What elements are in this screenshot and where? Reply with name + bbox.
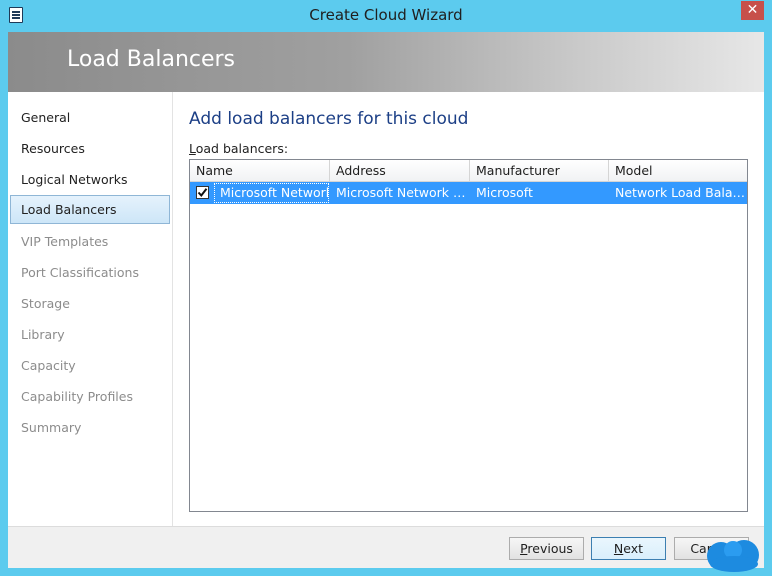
close-icon: ✕ bbox=[746, 2, 759, 18]
sidebar-item-load-balancers[interactable]: Load Balancers bbox=[10, 195, 170, 224]
label-text: oad balancers: bbox=[195, 141, 289, 156]
sidebar-item-port-classifications: Port Classifications bbox=[21, 265, 139, 280]
sidebar-item-library: Library bbox=[21, 327, 65, 342]
wizard-content: General Resources Logical Networks Load … bbox=[8, 92, 764, 526]
cell-address: Microsoft Network Load Balancing bbox=[336, 185, 467, 200]
wizard-window: Create Cloud Wizard ✕ Load Balancers Gen… bbox=[0, 0, 772, 576]
watermark-logo-icon bbox=[707, 540, 759, 572]
next-button[interactable]: Next bbox=[591, 537, 666, 560]
column-header-model[interactable]: Model bbox=[609, 160, 747, 182]
cell-manufacturer: Microsoft bbox=[476, 185, 533, 200]
load-balancers-grid[interactable]: Name Address Manufacturer Model Microsof… bbox=[189, 159, 748, 512]
sidebar-item-capacity: Capacity bbox=[21, 358, 76, 373]
sidebar-item-resources[interactable]: Resources bbox=[10, 134, 170, 163]
next-accelerator: N bbox=[613, 541, 624, 556]
sidebar-item-vip-templates: VIP Templates bbox=[21, 234, 109, 249]
next-label: ext bbox=[623, 541, 644, 556]
load-balancers-label: Load balancers: bbox=[189, 141, 288, 156]
page-banner: Load Balancers bbox=[8, 32, 764, 92]
column-header-manufacturer[interactable]: Manufacturer bbox=[470, 160, 609, 182]
close-button[interactable]: ✕ bbox=[741, 1, 764, 20]
sidebar-item-general[interactable]: General bbox=[10, 103, 170, 132]
table-row[interactable]: Microsoft Network Load Balancing Microso… bbox=[190, 182, 747, 204]
label-accelerator: L bbox=[189, 141, 196, 156]
sidebar-item-logical-networks[interactable]: Logical Networks bbox=[10, 165, 170, 194]
checkmark-icon bbox=[197, 188, 208, 198]
sidebar-item-storage: Storage bbox=[21, 296, 70, 311]
section-heading: Add load balancers for this cloud bbox=[189, 109, 469, 129]
column-header-name[interactable]: Name bbox=[190, 160, 330, 182]
column-header-address[interactable]: Address bbox=[330, 160, 470, 182]
sidebar-item-summary: Summary bbox=[21, 420, 82, 435]
row-checkbox[interactable] bbox=[196, 186, 209, 199]
wizard-steps-sidebar: General Resources Logical Networks Load … bbox=[8, 92, 173, 526]
previous-button[interactable]: Previous bbox=[509, 537, 584, 560]
main-panel: Add load balancers for this cloud Load b… bbox=[173, 92, 764, 526]
title-bar[interactable]: Create Cloud Wizard ✕ bbox=[0, 0, 772, 32]
cell-model: Network Load Balancing bbox=[615, 185, 745, 200]
wizard-footer: Previous Next Cancel bbox=[8, 526, 764, 568]
sidebar-item-capability-profiles: Capability Profiles bbox=[21, 389, 133, 404]
window-title: Create Cloud Wizard bbox=[309, 6, 463, 24]
previous-label: revious bbox=[527, 541, 573, 556]
cell-name: Microsoft Network Load Balancing bbox=[220, 185, 328, 200]
page-title: Load Balancers bbox=[67, 47, 236, 72]
grid-header: Name Address Manufacturer Model bbox=[190, 160, 747, 182]
